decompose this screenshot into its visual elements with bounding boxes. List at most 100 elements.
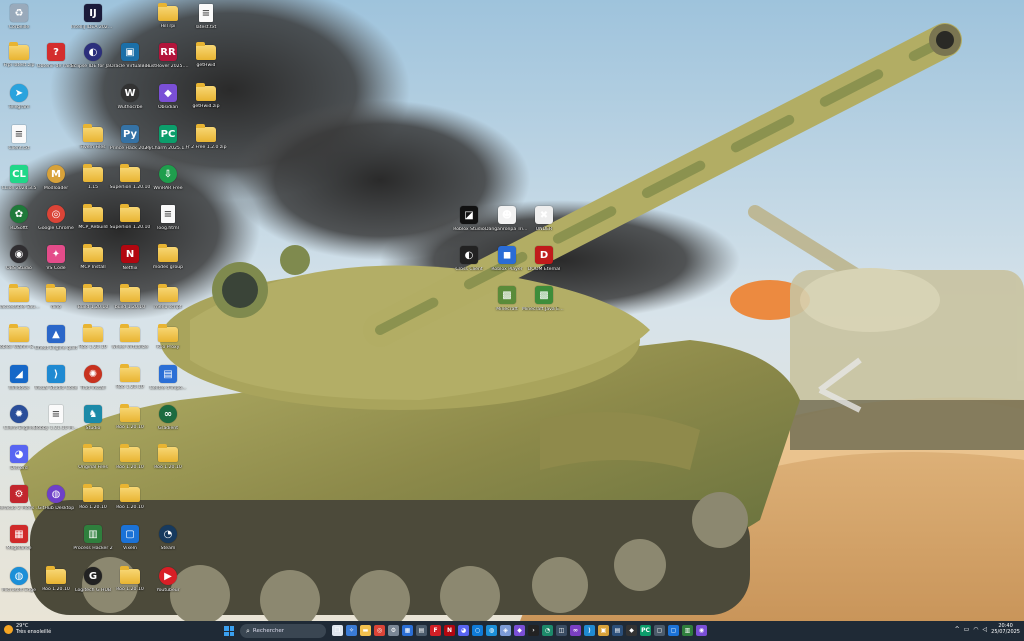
desktop-icon[interactable]: Roo 1.20.10: [111, 364, 149, 405]
desktop-icon[interactable]: ◪ Roblox Studio: [450, 206, 488, 246]
desktop-icon[interactable]: 1.15: [74, 164, 112, 205]
desktop-icon[interactable]: ◍ Microsoft Edge: [0, 567, 38, 607]
desktop-icon[interactable]: build 1.20.10: [111, 284, 149, 325]
desktop-icon[interactable]: ▲ Cheat Engine quilt: [35, 325, 77, 365]
weather-widget[interactable]: 29°C Très ensoleillé: [4, 623, 51, 635]
app-icon[interactable]: ◆: [626, 625, 637, 636]
desktop-icon[interactable]: Inaccessible Sauvegardes: [0, 284, 41, 325]
desktop-icon[interactable]: Roo Proxy: [149, 324, 187, 365]
visual-studio-icon[interactable]: ∞: [570, 625, 581, 636]
desktop-icon[interactable]: Superlion 1.20.10: [110, 204, 150, 245]
edge-icon[interactable]: ◍: [486, 625, 497, 636]
volume-icon[interactable]: ◁: [983, 626, 988, 633]
desktop-icon[interactable]: modes group: [149, 244, 187, 285]
foxit-icon[interactable]: F: [430, 625, 441, 636]
desktop-icon[interactable]: ≡ Client.txt: [0, 125, 38, 165]
desktop-icon[interactable]: ✺ Trad install: [74, 365, 112, 405]
desktop-icon[interactable]: ? Obtenir de l'aide: [37, 43, 75, 83]
desktop-icon[interactable]: Fivem Files: [74, 124, 112, 165]
desktop-icon[interactable]: ▢ Vixeln: [111, 525, 149, 565]
desktop-icon[interactable]: W Wuthocrbe: [111, 84, 149, 124]
file-explorer-icon[interactable]: ▬: [360, 625, 371, 636]
desktop-icon[interactable]: MCP_Rebuild: [74, 204, 112, 245]
desktop-icon[interactable]: M Modloader: [37, 165, 75, 205]
desktop-icon[interactable]: ▶ Youtubeur: [149, 567, 187, 607]
obsidian-icon[interactable]: ◆: [514, 625, 525, 636]
desktop-icon[interactable]: Roo 1.20.10: [111, 444, 149, 485]
desktop-icon[interactable]: getHwid.zip: [187, 83, 225, 124]
desktop-icon[interactable]: ◐ Cross Client: [450, 246, 488, 286]
desktop-icon[interactable]: RR RustRover 2025.1.2: [146, 43, 190, 83]
desktop-icon[interactable]: ✦ VS Code: [37, 245, 75, 285]
desktop-icon[interactable]: ◼ Roblox Player: [488, 246, 526, 286]
clock[interactable]: 20:40 25/07/2025: [991, 623, 1020, 635]
desktop-icon[interactable]: ⚙Geracao 2 Mods Configs: [0, 485, 41, 525]
netflix-icon[interactable]: N: [444, 625, 455, 636]
desktop-icon[interactable]: ◍ GitHub Desktop: [37, 485, 75, 525]
desktop-icon[interactable]: ⇩ WinRAR Free: [149, 165, 187, 205]
desktop-icon[interactable]: ☻Danganronpa Trigger Happy...: [485, 206, 529, 246]
desktop-icon[interactable]: ◢ Windows: [0, 365, 38, 405]
desktop-icon[interactable]: wheel virtualize: [111, 324, 149, 365]
task-view-icon[interactable]: ❐: [332, 625, 343, 636]
app-icon[interactable]: ◈: [500, 625, 511, 636]
desktop-icon[interactable]: Original Files: [74, 444, 112, 485]
desktop-icon[interactable]: Roo 1.20.10: [111, 404, 149, 445]
desktop-icon[interactable]: ✿ RDSoftt: [0, 205, 38, 245]
calculator-icon[interactable]: ▤: [416, 625, 427, 636]
desktop-icon[interactable]: ∞ Gradient: [149, 405, 187, 445]
pycharm-icon[interactable]: PC: [640, 625, 651, 636]
desktop-icon[interactable]: Roblox Wahm & dumpfil: [0, 324, 41, 365]
terminal-icon[interactable]: ›: [528, 625, 539, 636]
desktop-icon[interactable]: ≡ Bobby 1.21.10 MCP: [34, 405, 78, 445]
store-icon[interactable]: ▦: [402, 625, 413, 636]
ring-app-icon[interactable]: ○: [472, 625, 483, 636]
desktop-icon[interactable]: ✹ Client Engine: [0, 405, 38, 445]
desktop-icon[interactable]: IJ IntelliJ IDEA 2024.3.5: [71, 4, 115, 44]
chrome-icon[interactable]: ◎: [374, 625, 385, 636]
desktop-icon[interactable]: N Netflix: [111, 245, 149, 285]
desktop-icon[interactable]: ♞ Studio: [74, 405, 112, 445]
desktop-icon[interactable]: Superlion 1.20.10: [110, 164, 150, 205]
settings-icon[interactable]: ⚙: [388, 625, 399, 636]
desktop-icon[interactable]: ◐Eclipse IDE for Java Develope...: [71, 43, 115, 83]
desktop-icon[interactable]: Roo 1.20.10: [111, 484, 149, 525]
discord-icon[interactable]: ◕: [458, 625, 469, 636]
desktop-icon[interactable]: Hill rpi: [149, 3, 187, 44]
desktop-icon[interactable]: ♻ Corbeille: [0, 4, 38, 44]
desktop-icon[interactable]: CL CLion 2024.3.5: [0, 165, 38, 205]
vscode-icon[interactable]: ⟩: [584, 625, 595, 636]
display-icon[interactable]: ▭: [964, 626, 970, 633]
chevron-up-icon[interactable]: ^: [955, 626, 960, 633]
desktop-icon[interactable]: ▩ Minecraft Java Edition: [522, 286, 566, 326]
desktop-icon[interactable]: getHwid: [187, 42, 225, 83]
app-icon[interactable]: ▣: [598, 625, 609, 636]
start-button[interactable]: [224, 626, 234, 636]
wifi-icon[interactable]: ◠: [973, 626, 978, 633]
desktop-icon[interactable]: Roo 1.20.10: [149, 444, 187, 485]
app-icon[interactable]: ▤: [612, 625, 623, 636]
desktop-icon[interactable]: ≡ latest.txt: [187, 4, 225, 44]
desktop-icon[interactable]: Roo 1.20.10: [37, 566, 75, 607]
app-icon[interactable]: ▢: [654, 625, 665, 636]
app-icon[interactable]: ◉: [696, 625, 707, 636]
desktop-icon[interactable]: Fr 2 Free 1.2.0 zip: [186, 124, 227, 165]
app-icon[interactable]: ◫: [556, 625, 567, 636]
desktop-icon[interactable]: MCP Install: [74, 244, 112, 285]
desktop-icon[interactable]: D DOOM Eternal: [525, 246, 563, 286]
desktop-icon[interactable]: Frpi latest.zip: [0, 42, 38, 83]
desktop-icon[interactable]: ▦ Mégélance: [0, 525, 38, 565]
desktop-icon[interactable]: Roo 1.20.10: [74, 324, 112, 365]
desktop-icon[interactable]: ▥ Process Hacker 2: [73, 525, 113, 565]
desktop-icon[interactable]: ◎ Google Chrome: [37, 205, 75, 245]
copilot-icon[interactable]: ✧: [346, 625, 357, 636]
desktop-icon[interactable]: dino: [37, 284, 75, 325]
desktop-icon[interactable]: Py Prince Hack 2020: [110, 125, 150, 165]
desktop-icon[interactable]: ✖ UNDER: [525, 206, 563, 246]
desktop-icon[interactable]: ▩ Minecraft: [488, 286, 526, 326]
desktop-icon[interactable]: ◆ Obsidian: [149, 84, 187, 124]
desktop-icon[interactable]: PC PyCharm 2025.1.1.1: [146, 125, 190, 165]
desktop-icon[interactable]: ◔ Steam: [149, 525, 187, 565]
app-icon[interactable]: ▥: [682, 625, 693, 636]
desktop-icon[interactable]: ▣ Oracle VirtualBox: [110, 43, 150, 83]
